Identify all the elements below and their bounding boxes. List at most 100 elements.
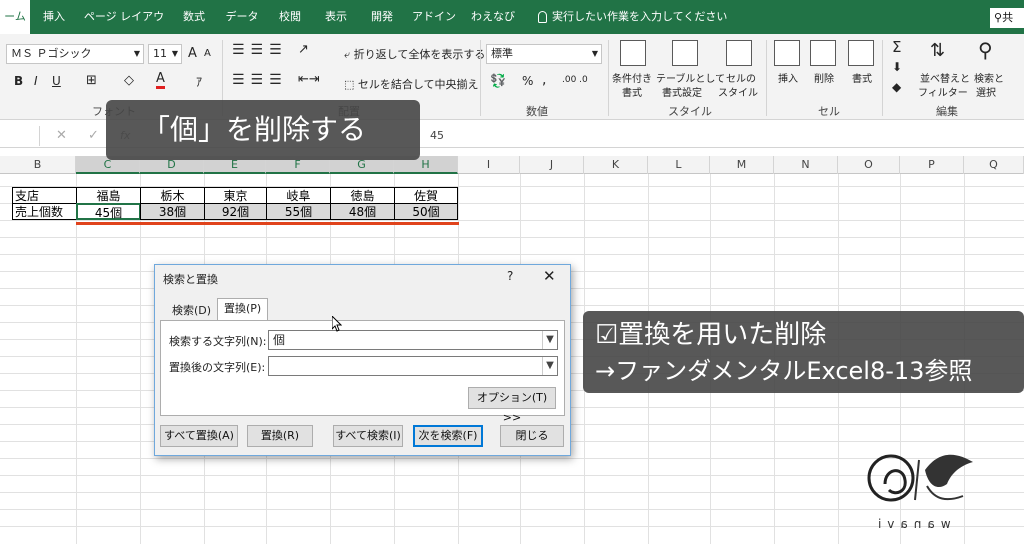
table-cell[interactable]: 55個 xyxy=(266,203,331,220)
clear-icon[interactable]: ◆ xyxy=(892,80,901,94)
find-select-label2: 選択 xyxy=(976,88,996,99)
tab-wanavi[interactable]: わえなび xyxy=(468,0,518,34)
table-header-cell[interactable]: 栃木 xyxy=(140,187,205,204)
enter-icon[interactable]: ✓ xyxy=(88,128,99,143)
group-separator xyxy=(608,40,609,116)
format-cells-button[interactable]: 書式 xyxy=(852,70,872,85)
tab-addins[interactable]: アドイン xyxy=(410,0,458,34)
table-cell-active[interactable]: 45個 xyxy=(76,203,141,220)
table-cell[interactable]: 50個 xyxy=(394,203,458,220)
tab-page-layout[interactable]: ページ レイアウト xyxy=(82,0,166,57)
table-cell[interactable]: 48個 xyxy=(330,203,395,220)
share-button[interactable]: ⚲共 xyxy=(990,8,1024,28)
fill-icon[interactable]: ⬇ xyxy=(892,60,902,74)
close-icon[interactable]: ✕ xyxy=(543,267,556,285)
replace-all-button[interactable]: すべて置換(A) xyxy=(160,425,238,447)
column-header-p[interactable]: P xyxy=(900,156,964,174)
number-format-select[interactable]: 標準 ▼ xyxy=(486,44,602,64)
percent-button[interactable]: % xyxy=(522,74,533,88)
vertical-align-icons[interactable]: ☰☰☰ xyxy=(232,42,288,58)
format-as-table-button[interactable]: テーブルとして xyxy=(656,70,725,85)
font-name-select[interactable]: ＭＳ Ｐゴシック ▼ xyxy=(6,44,144,64)
find-all-button[interactable]: すべて検索(I) xyxy=(333,425,403,447)
fill-color-icon[interactable]: ◇ xyxy=(124,73,134,88)
close-button[interactable]: 閉じる xyxy=(500,425,564,447)
grow-font-button[interactable]: A xyxy=(188,46,197,61)
conditional-format-button[interactable]: 条件付き xyxy=(612,70,652,85)
tab-replace[interactable]: 置換(P) xyxy=(217,298,269,321)
phonetic-icon[interactable]: ｱ xyxy=(196,73,202,90)
find-select-button[interactable]: 検索と xyxy=(974,70,1004,85)
callout-line-2: →ファンダメンタルExcel8-13参照 xyxy=(595,357,973,385)
autosum-button[interactable]: Σ xyxy=(892,38,901,56)
bold-button[interactable]: B xyxy=(14,74,23,88)
grid-line xyxy=(0,220,1024,221)
border-icon[interactable]: ⊞ xyxy=(86,73,97,88)
insert-cells-button[interactable]: 挿入 xyxy=(778,70,798,85)
table-cell[interactable]: 92個 xyxy=(204,203,267,220)
delete-cells-button[interactable]: 削除 xyxy=(814,70,834,85)
mouse-cursor-icon xyxy=(332,316,342,332)
dialog-title: 検索と置換 xyxy=(163,273,218,286)
tab-view[interactable]: 表示 xyxy=(318,0,354,34)
decimal-buttons[interactable]: .00 .0 xyxy=(562,75,588,85)
options-button[interactable]: オプション(T) >> xyxy=(468,387,556,424)
chevron-down-icon: ▼ xyxy=(171,49,178,58)
name-box[interactable] xyxy=(0,126,40,146)
column-header-l[interactable]: L xyxy=(648,156,710,174)
format-cells-icon xyxy=(848,40,874,66)
column-header-q[interactable]: Q xyxy=(964,156,1024,174)
grid-line xyxy=(76,174,77,544)
table-cell[interactable]: 38個 xyxy=(140,203,205,220)
column-header-i[interactable]: I xyxy=(458,156,520,174)
formula-input[interactable]: 45 xyxy=(430,129,444,142)
wrap-text-button[interactable]: ⤶ 折り返して全体を表示する xyxy=(344,46,485,62)
replace-button[interactable]: 置換(R) xyxy=(247,425,313,447)
chevron-down-icon[interactable]: ▼ xyxy=(542,357,557,375)
indent-icon[interactable]: ⇤⇥ xyxy=(298,72,320,87)
table-header-cell[interactable]: 東京 xyxy=(204,187,267,204)
tab-review[interactable]: 校閲 xyxy=(272,0,308,34)
table-header-label[interactable]: 支店 xyxy=(12,187,77,204)
tab-data[interactable]: データ xyxy=(222,0,262,34)
replace-with-input[interactable]: ▼ xyxy=(268,356,558,376)
comma-button[interactable]: , xyxy=(542,72,546,88)
tab-developer[interactable]: 開発 xyxy=(364,0,400,34)
chevron-down-icon[interactable]: ▼ xyxy=(542,331,557,349)
ribbon-tab-bar: ーム 挿入 ページ レイアウト 数式 データ 校閲 表示 開発 アドイン わえな… xyxy=(0,0,1024,57)
help-button[interactable]: ? xyxy=(507,269,513,283)
cells-group-label: セル xyxy=(818,105,840,118)
sort-filter-button[interactable]: 並べ替えと xyxy=(920,70,970,85)
table-header-cell[interactable]: 岐阜 xyxy=(266,187,331,204)
table-header-cell[interactable]: 福島 xyxy=(76,187,141,204)
tell-me-box[interactable]: 実行したい作業を入力してください xyxy=(538,0,727,34)
column-header-m[interactable]: M xyxy=(710,156,774,174)
tab-home[interactable]: ーム xyxy=(0,0,30,34)
italic-button[interactable]: I xyxy=(34,74,38,88)
column-header-b[interactable]: B xyxy=(0,156,76,174)
shrink-font-button[interactable]: A xyxy=(204,48,211,59)
group-separator xyxy=(766,40,767,116)
table-header-cell[interactable]: 佐賀 xyxy=(394,187,458,204)
underline-button[interactable]: U xyxy=(52,74,61,88)
column-header-j[interactable]: J xyxy=(520,156,584,174)
horizontal-align-icons[interactable]: ☰☰☰ xyxy=(232,72,288,88)
find-next-button[interactable]: 次を検索(F) xyxy=(413,425,483,447)
currency-icon[interactable]: 💱 xyxy=(490,74,506,89)
font-color-button[interactable]: A xyxy=(156,72,165,89)
table-row-label[interactable]: 売上個数 xyxy=(12,203,77,220)
tab-find[interactable]: 検索(D) xyxy=(165,300,218,320)
tab-insert[interactable]: 挿入 xyxy=(36,0,72,34)
tab-formulas[interactable]: 数式 xyxy=(176,0,212,34)
cell-styles-button[interactable]: セルの xyxy=(726,70,756,85)
table-header-cell[interactable]: 徳島 xyxy=(330,187,395,204)
merge-center-button[interactable]: ⬚ セルを結合して中央揃え xyxy=(344,76,479,92)
column-header-o[interactable]: O xyxy=(838,156,900,174)
cancel-icon[interactable]: ✕ xyxy=(56,128,67,143)
find-what-input[interactable]: 個 ▼ xyxy=(268,330,558,350)
column-header-k[interactable]: K xyxy=(584,156,648,174)
column-header-n[interactable]: N xyxy=(774,156,838,174)
font-size-select[interactable]: 11 ▼ xyxy=(148,44,182,64)
orientation-icon[interactable]: ↗ xyxy=(298,42,309,57)
chevron-down-icon: ▼ xyxy=(133,49,140,58)
